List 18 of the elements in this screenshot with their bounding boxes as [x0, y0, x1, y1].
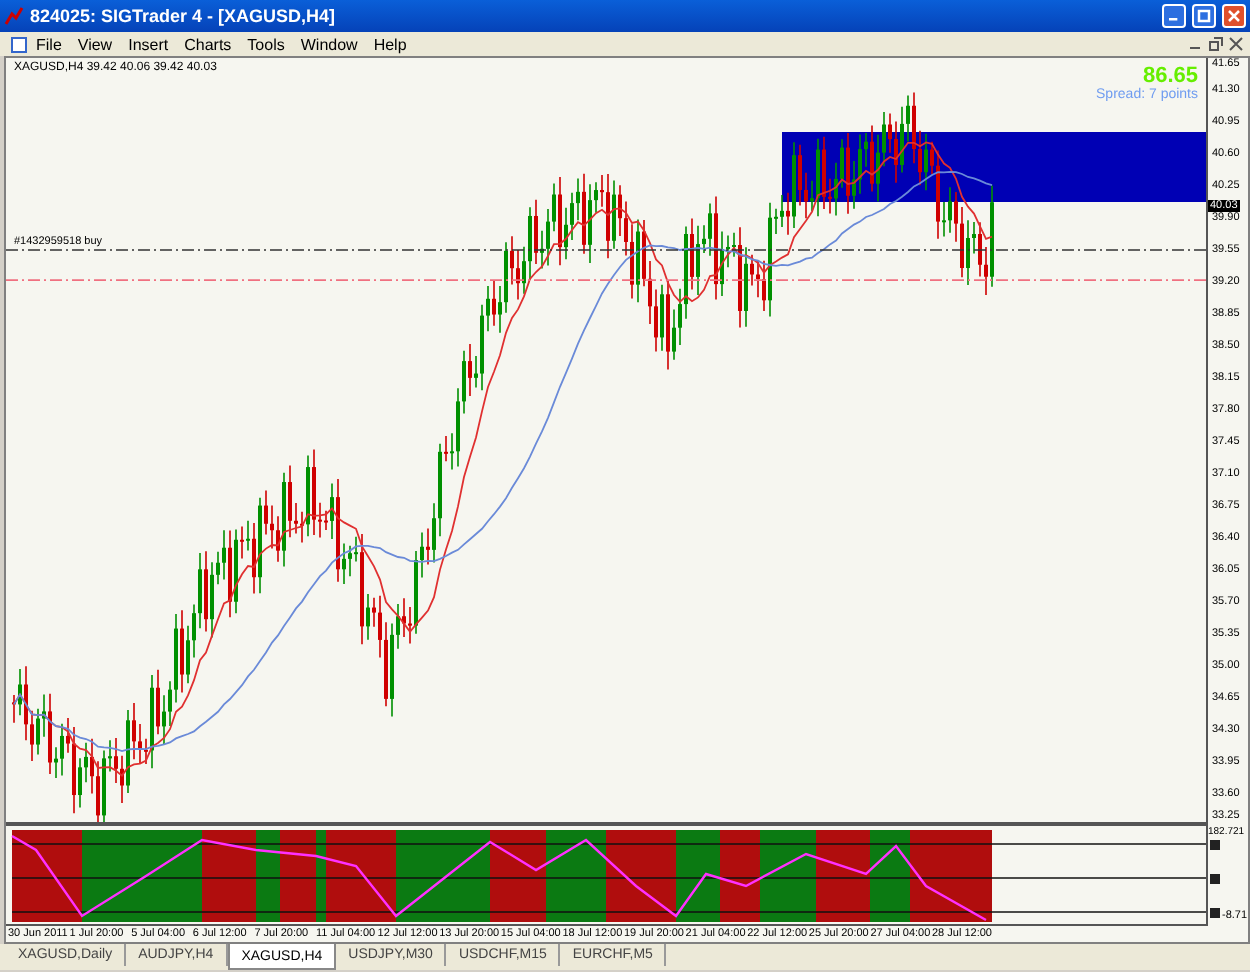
menu-item[interactable]: Insert: [120, 35, 177, 53]
close-icon[interactable]: [1228, 36, 1244, 52]
maximize-icon[interactable]: [1192, 4, 1216, 28]
document-icon: [10, 35, 28, 53]
profit-value: 86.65: [1142, 64, 1198, 88]
level-marker-icon: [1210, 840, 1220, 850]
menu-item[interactable]: Window: [292, 35, 366, 53]
window-title: 824025: SIGTrader 4 - [XAGUSD,H4]: [30, 6, 338, 26]
restore-icon[interactable]: [1208, 36, 1224, 52]
menu-item[interactable]: File: [28, 35, 70, 53]
minimize-icon[interactable]: [1162, 4, 1186, 28]
menu-item[interactable]: Tools: [239, 35, 293, 53]
level-marker-icon: [1210, 908, 1220, 918]
menu-item[interactable]: View: [69, 35, 121, 53]
menu-item[interactable]: Charts: [176, 35, 240, 53]
level-marker-icon: [1210, 874, 1220, 884]
menu-item[interactable]: Help: [365, 35, 415, 53]
chart-app-icon: [4, 6, 24, 26]
